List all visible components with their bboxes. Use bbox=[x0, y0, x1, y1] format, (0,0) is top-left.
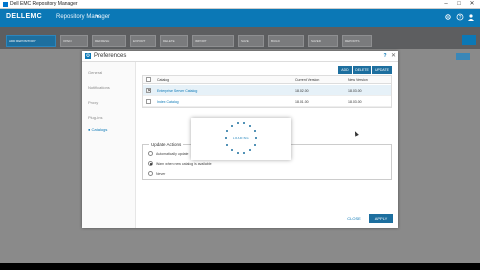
current-version: 18.01.00 bbox=[295, 99, 309, 104]
new-version: 18.03.00 bbox=[348, 99, 362, 104]
radio-label: Automatically update bbox=[156, 151, 189, 156]
catalog-name: Index Catalog bbox=[157, 99, 179, 104]
update-actions-legend: Update Actions bbox=[149, 142, 184, 147]
spinner-dot bbox=[230, 125, 233, 128]
radio-label: Never bbox=[156, 171, 166, 176]
column-header-new-version: New Version bbox=[348, 78, 368, 82]
row-checkbox[interactable]: ✕ bbox=[146, 88, 151, 94]
brand-logo: DELLEMC bbox=[6, 13, 42, 20]
close-button[interactable]: CLOSE bbox=[344, 214, 364, 223]
toolbar-button-build[interactable]: BUILD bbox=[268, 35, 304, 47]
gear-icon: ⚙ bbox=[85, 53, 91, 59]
nav-item-catalogs[interactable]: ● Catalogs bbox=[88, 127, 107, 132]
help-icon[interactable]: ? bbox=[456, 13, 464, 21]
nav-item-label: Catalogs bbox=[91, 127, 108, 132]
window-title: Dell EMC Repository Manager bbox=[10, 1, 78, 7]
nav-item-notifications[interactable]: Notifications bbox=[88, 85, 110, 90]
app-header: DELLEMC Repository Manager ▾ ? bbox=[0, 9, 480, 27]
table-row[interactable]: ✕ Enterprise Server Catalog 18.02.00 18.… bbox=[143, 85, 391, 96]
spinner-dot bbox=[243, 122, 246, 125]
toolbar-button-open[interactable]: OPEN bbox=[60, 35, 88, 47]
column-header-catalog: Catalog bbox=[157, 78, 170, 82]
loading-overlay: LOADING bbox=[191, 118, 291, 160]
catalog-name: Enterprise Server Catalog bbox=[157, 88, 198, 93]
minimize-button[interactable]: – bbox=[440, 1, 452, 8]
help-icon[interactable]: ? bbox=[382, 53, 388, 59]
table-header: Catalog Current Version New Version bbox=[143, 76, 391, 84]
svg-text:?: ? bbox=[459, 15, 462, 21]
dialog-header: ⚙ Preferences ? ✕ bbox=[82, 51, 398, 62]
toolbar-button-save[interactable]: SAVE bbox=[238, 35, 264, 47]
taskbar bbox=[0, 263, 480, 270]
delete-catalog-button[interactable]: DELETE bbox=[353, 66, 371, 74]
add-catalog-button[interactable]: ADD bbox=[338, 66, 352, 74]
column-header-current-version: Current Version bbox=[295, 78, 320, 82]
screen: Dell EMC Repository Manager – □ ✕ DELLEM… bbox=[0, 0, 480, 270]
table-row[interactable]: Index Catalog 18.01.00 18.03.00 bbox=[143, 96, 391, 107]
row-checkbox[interactable] bbox=[146, 99, 151, 104]
product-name[interactable]: Repository Manager bbox=[56, 14, 110, 20]
radio-label: Warn when new catalog is available bbox=[156, 161, 212, 166]
loading-label: LOADING bbox=[232, 136, 250, 140]
dialog-title: Preferences bbox=[94, 53, 127, 59]
settings-icon[interactable] bbox=[444, 13, 452, 21]
spinner-dot bbox=[249, 125, 252, 128]
app-icon bbox=[3, 2, 8, 7]
nav-item-plugins[interactable]: Plug-ins bbox=[88, 115, 102, 120]
toolbar-button-saved[interactable]: SAVED bbox=[308, 35, 338, 47]
spinner-dot bbox=[253, 130, 256, 133]
spinner-dot bbox=[226, 130, 229, 133]
add-repository-button[interactable]: ADD REPOSITORY bbox=[6, 35, 56, 47]
spinner-dot bbox=[243, 151, 246, 154]
nav-item-general[interactable]: General bbox=[88, 70, 102, 75]
chevron-down-icon[interactable]: ▾ bbox=[96, 13, 99, 20]
radio-warn-new-catalog[interactable] bbox=[148, 161, 153, 166]
toolbar-button-reports[interactable]: REPORTS bbox=[342, 35, 372, 47]
select-all-checkbox[interactable] bbox=[146, 77, 151, 82]
radio-auto-update[interactable] bbox=[148, 151, 153, 156]
spinner-dot bbox=[249, 148, 252, 151]
spinner-dot bbox=[225, 137, 227, 139]
nav-item-proxy[interactable]: Proxy bbox=[88, 100, 98, 105]
window-titlebar: Dell EMC Repository Manager – □ ✕ bbox=[0, 0, 480, 9]
main-toolbar: ADD REPOSITORY OPEN REFRESH EXPORT DELET… bbox=[0, 27, 480, 49]
current-version: 18.02.00 bbox=[295, 88, 309, 93]
window-close-button[interactable]: ✕ bbox=[466, 1, 478, 8]
spinner-dot bbox=[236, 122, 239, 125]
spinner-dot bbox=[230, 148, 233, 151]
maximize-button[interactable]: □ bbox=[453, 1, 465, 8]
toolbar-button-import[interactable]: IMPORT bbox=[192, 35, 234, 47]
toolbar-button-delete[interactable]: DELETE bbox=[160, 35, 188, 47]
spinner-dot bbox=[255, 137, 257, 139]
catalog-table: Catalog Current Version New Version ✕ En… bbox=[142, 75, 392, 108]
toolbar-action-button[interactable] bbox=[462, 35, 476, 45]
toolbar-button-refresh[interactable]: REFRESH bbox=[92, 35, 126, 47]
radio-never[interactable] bbox=[148, 171, 153, 176]
new-version: 18.03.00 bbox=[348, 88, 362, 93]
user-icon[interactable] bbox=[467, 13, 475, 21]
preferences-nav: General Notifications Proxy Plug-ins ● C… bbox=[82, 62, 136, 228]
apply-button[interactable]: APPLY bbox=[369, 214, 393, 223]
toolbar-button-export[interactable]: EXPORT bbox=[130, 35, 156, 47]
update-catalog-button[interactable]: UPDATE bbox=[372, 66, 392, 74]
spinner-dot bbox=[236, 151, 239, 154]
spinner-dot bbox=[253, 143, 256, 146]
spinner-dot bbox=[226, 143, 229, 146]
page-action-button[interactable] bbox=[456, 53, 470, 60]
close-icon[interactable]: ✕ bbox=[390, 52, 397, 60]
